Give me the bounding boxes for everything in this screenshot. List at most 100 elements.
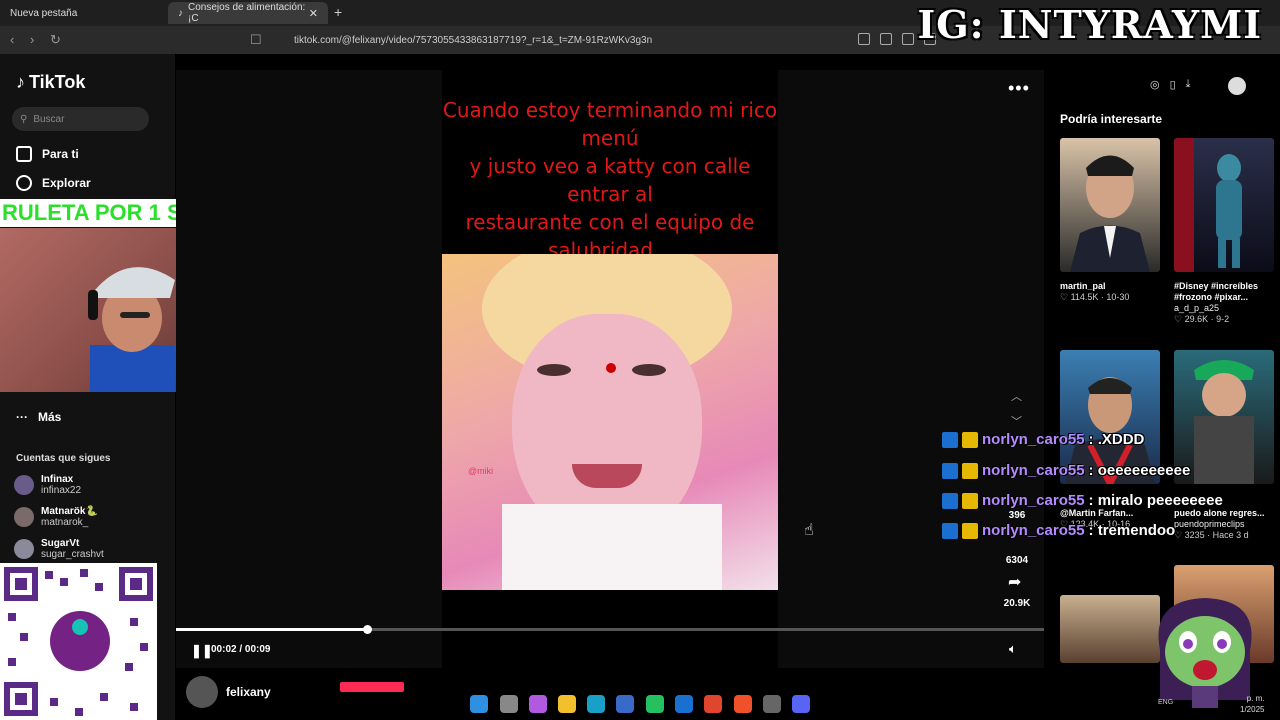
recommendation-sub: a_d_p_a25 [1174,303,1220,313]
sidebar-item-mas[interactable]: ··· Más [16,410,61,424]
next-video-icon[interactable]: ﹀ [1011,413,1022,429]
chrome-icon[interactable] [704,695,722,713]
language-indicator[interactable]: ENG [1158,699,1173,706]
url-text: tiktok.com/@felixany/video/7573055433863… [294,34,653,46]
recommendation-title: martin_pal [1060,281,1106,291]
tab-label: Nueva pestaña [10,7,78,19]
following-name: Infinax [41,474,74,485]
caption-line: y justo veo a katty con calle entrar al [469,154,751,206]
volume-icon[interactable]: 🔈︎ [1009,641,1017,657]
coins-icon[interactable]: ◎ [1150,78,1160,91]
tab-new[interactable]: Nueva pestaña [0,2,165,24]
chat-username: norlyn_caro55 [982,462,1085,479]
recommendation-stat: ♡ 114.5K · 10-30 [1060,292,1130,302]
screen-cast-icon[interactable] [880,33,892,45]
compass-icon [16,175,32,191]
avatar [14,475,34,495]
more-icon: ··· [16,410,28,424]
animated-figure-image [1174,138,1242,272]
chat-message: norlyn_caro55 : oeeeeeeeeee [942,462,1272,479]
following-handle: sugar_crashvt [41,549,104,560]
obs-icon[interactable] [763,695,781,713]
author-name: felixany [226,685,271,699]
bookmark-icon[interactable]: ☐ [250,32,262,48]
device-icon[interactable]: ▯ [1170,78,1176,91]
task-view-icon[interactable] [500,695,518,713]
tab-tiktok[interactable]: ♪ Consejos de alimentación: ¡C ✕ [168,2,328,24]
hand-cursor-icon: ☝︎ [804,522,814,539]
follow-button[interactable] [340,682,404,692]
recommendation-thumbnail[interactable] [1060,595,1160,663]
video-caption: Cuando estoy terminando mi rico menú y j… [442,96,778,264]
url-bar[interactable]: tiktok.com/@felixany/video/7573055433863… [270,30,960,50]
previous-video-icon[interactable]: ︿ [1011,388,1022,404]
new-tab-button[interactable]: + [334,4,342,20]
whatsapp-icon[interactable] [646,695,664,713]
recommendation-thumbnail[interactable] [1174,138,1274,272]
reload-icon[interactable]: ↻ [50,32,61,48]
following-name: SugarVt [41,538,80,549]
author-row[interactable]: felixany [186,676,271,708]
crown-badge-icon [962,522,978,539]
man-suit-image [1070,155,1150,272]
sidebar-item-label: Más [38,410,62,424]
tiktok-favicon-icon: ♪ [178,7,183,19]
back-icon[interactable]: ‹ [10,32,14,47]
chat-message: norlyn_caro55 : miralo peeeeeeee [942,492,1272,509]
top-right-toolbar: ◎ ▯ ⤓ [1150,78,1191,91]
chat-text: : tremendoo [1088,522,1176,539]
outlook-icon[interactable] [675,695,693,713]
download-icon[interactable]: ⤓ [1186,78,1191,91]
progress-handle[interactable] [362,625,372,634]
shares-count: 20.9K [1003,598,1031,609]
close-tab-icon[interactable]: ✕ [309,7,318,20]
playback-time: 00:02 / 00:09 [211,644,271,655]
author-avatar [186,676,218,708]
crown-badge-icon [962,492,978,509]
recommendation-thumbnail[interactable] [1060,138,1160,272]
caption-line: restaurante con el equipo de [465,210,755,234]
following-item[interactable]: SugarVt sugar_crashvt [14,538,104,560]
chat-username: norlyn_caro55 [982,431,1085,448]
copilot-icon[interactable] [529,695,547,713]
streamer-figure [88,267,175,392]
eye-left [537,364,571,376]
extension-icon[interactable] [858,33,870,45]
chat-text: : miralo peeeeeeee [1088,492,1223,509]
share-icon[interactable]: ➦ [1008,572,1021,592]
following-name: Matnarök🐍 [41,506,98,517]
translate-icon[interactable] [902,33,914,45]
following-title: Cuentas que sigues [16,453,111,464]
profile-avatar[interactable] [1228,77,1246,95]
search-placeholder: Buscar [33,113,65,125]
avatar [14,507,34,527]
following-item[interactable]: Infinax infinax22 [14,474,81,496]
following-item[interactable]: Matnarök🐍 matnarok_ [14,506,98,528]
chat-message: norlyn_caro55 : .XDDD [942,431,1272,448]
recommendation-title: puedo alone regres... [1174,508,1265,518]
pause-icon[interactable]: ❚❚ [191,643,213,659]
progress-fill [176,628,367,631]
windows-start-icon[interactable] [470,695,488,713]
sidebar-item-para-ti[interactable]: Para ti [16,146,79,162]
search-input[interactable]: ⚲ Buscar [12,107,149,131]
brave-icon[interactable] [734,695,752,713]
more-options-icon[interactable]: ••• [1008,78,1030,99]
clock-line: 1/2025 [1240,705,1265,714]
ig-handle-banner: IG: INTYRAYMI [917,2,1262,47]
discord-icon[interactable] [792,695,810,713]
forward-icon[interactable]: › [30,32,34,47]
sidebar-item-explorar[interactable]: Explorar [16,175,91,191]
video-progress-bar[interactable] [176,625,1044,634]
recommendation-title: @Martin Farfan... [1060,508,1134,518]
crown-badge-icon [962,431,978,448]
home-icon [16,146,32,162]
system-clock[interactable]: p. m. 1/2025 [1240,693,1264,715]
clock-line: p. m. [1246,694,1265,703]
chat-username: norlyn_caro55 [982,492,1085,509]
store-icon[interactable] [616,695,634,713]
file-explorer-icon[interactable] [558,695,576,713]
video-subject-image [442,254,778,590]
edge-icon[interactable] [587,695,605,713]
tiktok-logo[interactable]: ♪ TikTok [16,72,85,93]
